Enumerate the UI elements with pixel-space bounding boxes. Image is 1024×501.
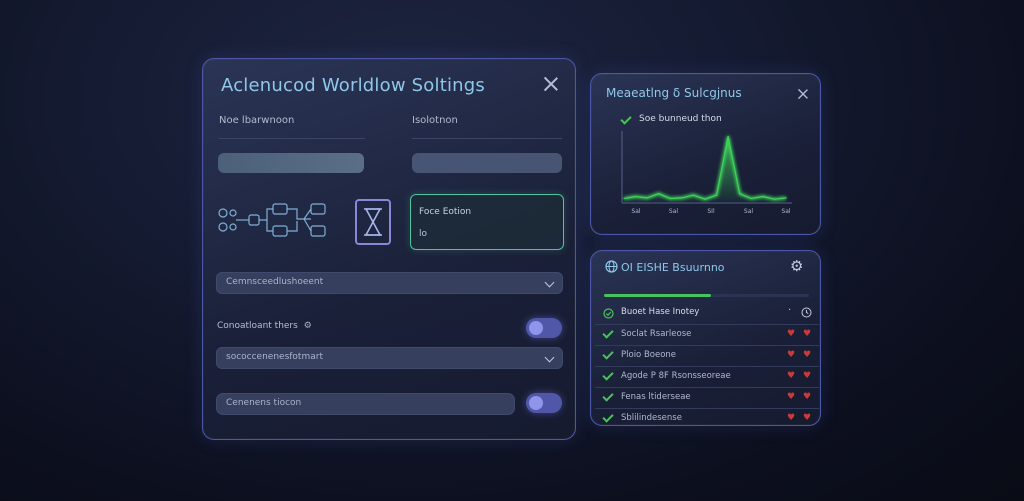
data-point [658, 193, 660, 195]
series-glow [623, 136, 787, 201]
row-label: Agode P 8F Rsonsseoreae [621, 371, 731, 381]
data-point [681, 197, 683, 199]
secondary-toggle[interactable] [526, 393, 562, 413]
data-point [773, 198, 776, 200]
data-point [715, 194, 718, 196]
globe-icon [605, 260, 618, 273]
status-title: OI EISHE Bsuurnno [621, 261, 725, 274]
data-point [704, 198, 706, 200]
check-icon [602, 411, 614, 423]
data-point [727, 135, 729, 138]
x-tick-label: SIl [707, 208, 715, 215]
series-line [623, 136, 787, 200]
progress-bar [604, 294, 809, 297]
x-tick-label: Sal [744, 208, 753, 215]
row-label: Soclat Rsarleose [621, 329, 692, 339]
status-panel: OI EISHE Bsuurnno ⚙ Buoet Hase Inotey · … [590, 250, 821, 426]
column-label-right: Isolotnon [412, 115, 458, 126]
x-tick-label: Sal [669, 208, 678, 215]
toggle-label-text: Conoatloant thers [217, 321, 298, 331]
name-input[interactable] [218, 153, 364, 173]
chevron-down-icon [544, 352, 555, 363]
focus-option-card[interactable]: Foce Eotion lo [410, 194, 564, 250]
check-icon [620, 113, 632, 125]
monitoring-panel: Meaeatlng ẟ Sulcgjnus Soe bunneud thon S… [590, 73, 821, 235]
input-value: Cenenens tiocon [226, 398, 302, 408]
focus-card-subtitle: lo [419, 229, 428, 239]
focus-card-title: Foce Eotion [419, 207, 472, 217]
toggle-label: Conoatloant thers ⚙ [217, 321, 312, 331]
status-header-row[interactable]: Buoet Hase Inotey · [595, 303, 819, 324]
alert-heart-icon[interactable]: ♥ [803, 414, 812, 423]
select-dropdown[interactable]: Cemnsceedlushoeent [216, 272, 563, 294]
feature-toggle[interactable] [526, 318, 562, 338]
series-area [624, 136, 786, 202]
status-row[interactable]: Ploio Boeone ♥ ♥ [595, 345, 819, 366]
data-point [646, 197, 648, 199]
monitor-title: Meaeatlng ẟ Sulcgjnus [606, 86, 742, 100]
check-icon [602, 390, 614, 402]
alert-heart-icon[interactable]: ♥ [803, 351, 812, 360]
row-label: Fenas ltiderseae [621, 392, 691, 402]
alert-heart-icon[interactable]: ♥ [787, 393, 796, 402]
chart-legend: Soe bunneud thon [639, 114, 722, 124]
data-point [750, 197, 752, 200]
alert-heart-icon[interactable]: ♥ [787, 351, 796, 360]
header-label: Buoet Hase Inotey [621, 307, 700, 317]
data-point [739, 193, 741, 195]
gear-icon: ⚙ [303, 321, 312, 331]
status-row[interactable]: Fenas ltiderseae ♥ ♥ [595, 387, 819, 408]
check-icon [602, 369, 614, 381]
status-circle-icon [603, 308, 614, 319]
close-icon[interactable] [797, 88, 808, 99]
format-dropdown[interactable]: sococcenenesfotmart [216, 347, 563, 369]
data-point [634, 195, 637, 198]
divider [412, 138, 562, 139]
toggle-knob [529, 321, 543, 335]
text-input[interactable]: Cenenens tiocon [216, 393, 515, 415]
settings-title: Aclenucod Worldlow Soltings [221, 75, 485, 96]
hourglass-icon[interactable] [355, 199, 391, 245]
close-icon[interactable] [543, 76, 559, 92]
x-tick-label: Sal [781, 208, 790, 215]
row-label: Sblilindesense [621, 413, 682, 423]
check-icon [602, 348, 614, 360]
status-row[interactable]: Sblilindesense ♥ ♥ [595, 408, 819, 429]
workflow-diagram-icon [218, 203, 326, 237]
alert-heart-icon[interactable]: ♥ [803, 393, 812, 402]
progress-fill [604, 294, 711, 297]
data-point [669, 197, 671, 200]
data-point [762, 195, 764, 198]
workflow-settings-panel: Aclenucod Worldlow Soltings Noe lbarwnoo… [202, 58, 576, 440]
alert-heart-icon[interactable]: ♥ [787, 372, 796, 381]
data-point [692, 194, 695, 196]
more-icon[interactable]: · [788, 305, 791, 316]
dropdown-value: sococcenenesfotmart [226, 352, 323, 362]
divider [219, 138, 365, 139]
chevron-down-icon [544, 277, 555, 288]
alert-heart-icon[interactable]: ♥ [803, 330, 812, 339]
settings-gear-icon[interactable]: ⚙ [790, 257, 803, 275]
x-tick-label: Sal [631, 208, 640, 215]
data-point [785, 197, 787, 199]
dropdown-value: Cemnsceedlushoeent [226, 277, 324, 287]
alert-heart-icon[interactable]: ♥ [787, 414, 796, 423]
column-label-left: Noe lbarwnoon [219, 115, 295, 126]
data-point [623, 197, 625, 200]
alert-heart-icon[interactable]: ♥ [787, 330, 796, 339]
status-row[interactable]: Agode P 8F Rsonsseoreae ♥ ♥ [595, 366, 819, 387]
toggle-knob [529, 396, 543, 410]
row-label: Ploio Boeone [621, 350, 677, 360]
check-icon [602, 327, 614, 339]
monitor-chart: Sal Sal SIl Sal Sal [621, 131, 792, 215]
alert-heart-icon[interactable]: ♥ [803, 372, 812, 381]
status-row[interactable]: Soclat Rsarleose ♥ ♥ [595, 324, 819, 345]
clock-icon[interactable] [801, 307, 812, 318]
isolation-input[interactable] [412, 153, 562, 173]
